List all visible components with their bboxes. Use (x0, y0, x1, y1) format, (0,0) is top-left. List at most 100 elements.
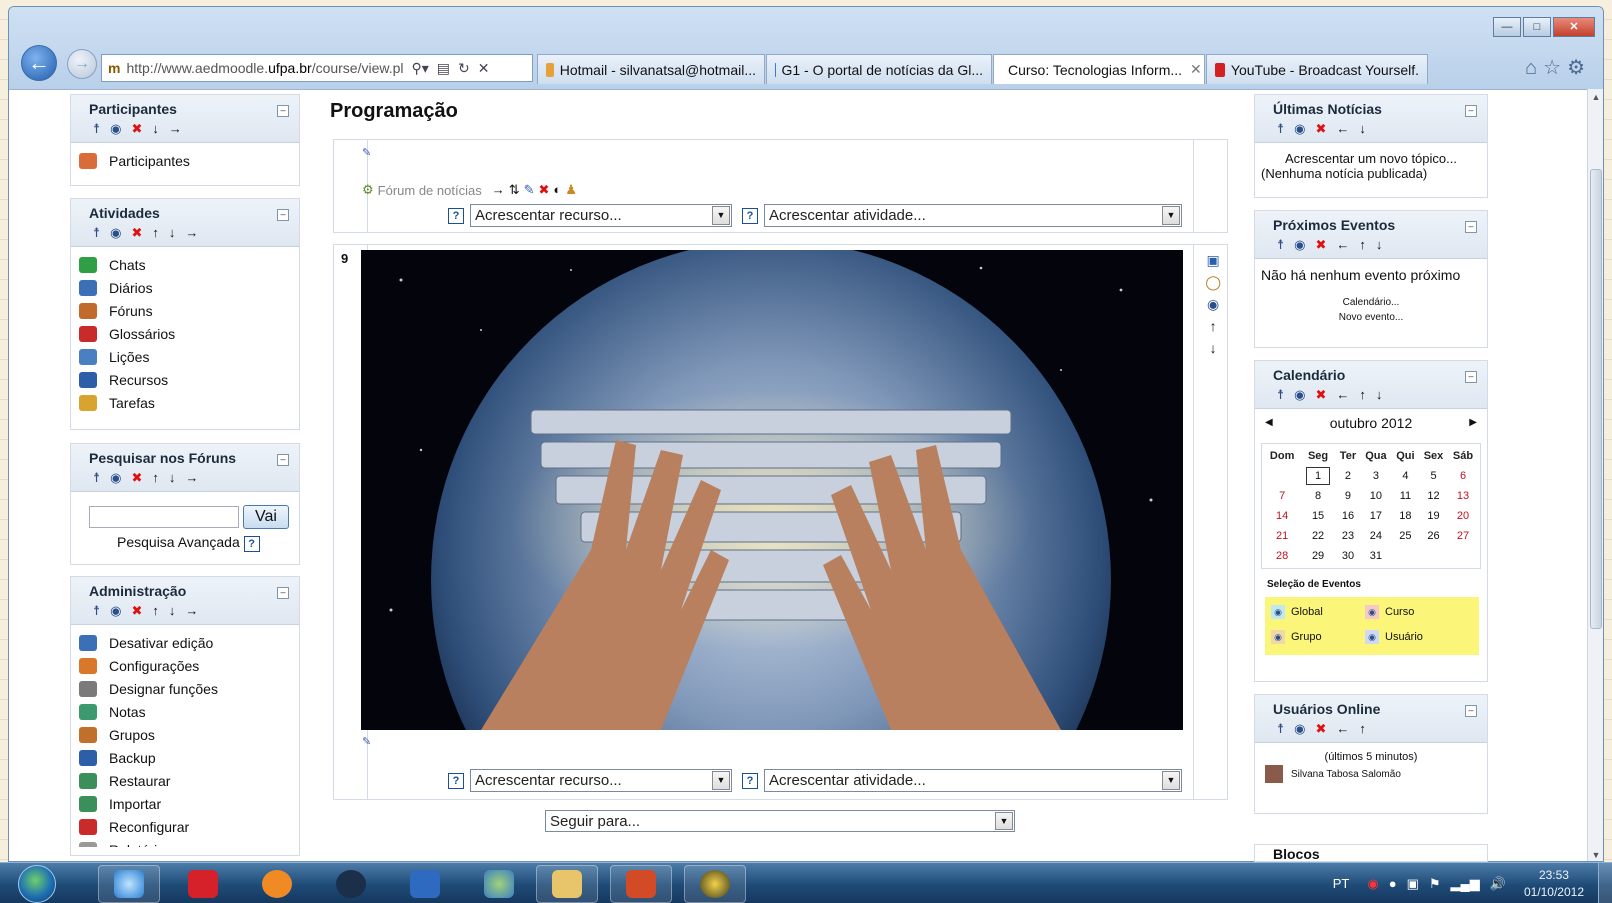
calendar-day[interactable]: 16 (1336, 506, 1360, 526)
delete-icon[interactable]: ✖ (131, 225, 152, 240)
list-item[interactable]: Desativar edição (75, 631, 295, 654)
close-tab-icon[interactable]: ✕ (1190, 61, 1202, 78)
calendar-day[interactable]: 25 (1392, 526, 1419, 546)
calendar-day[interactable]: 29 (1300, 546, 1336, 566)
calendar-day[interactable]: 30 (1336, 546, 1360, 566)
move-right-icon[interactable]: → (169, 121, 192, 136)
help-icon[interactable]: ? (448, 772, 464, 789)
delete-icon[interactable]: ✖ (539, 182, 554, 197)
move-right-icon[interactable]: → (185, 603, 208, 618)
forum-noticias-link[interactable]: Fórum de notícias (378, 183, 482, 198)
calendar-day[interactable]: 7 (1264, 486, 1300, 506)
browser-tab[interactable]: Hotmail - silvanatsal@hotmail... (537, 54, 765, 84)
collapse-icon[interactable]: – (1465, 221, 1477, 233)
taskbar-avira[interactable] (172, 865, 234, 903)
scrollbar-thumb[interactable] (1590, 169, 1602, 629)
move-right-icon[interactable]: → (185, 225, 208, 240)
volume-icon[interactable]: 🔊 (1490, 876, 1506, 892)
list-item[interactable]: Notas (75, 700, 295, 723)
legend-item[interactable]: ◉ Curso (1365, 605, 1414, 619)
new-event-link[interactable]: Novo evento... (1255, 308, 1487, 323)
move-up-icon[interactable]: ↑ (1359, 387, 1376, 402)
calendar-day[interactable]: 2 (1336, 466, 1360, 486)
legend-item[interactable]: ◉ Grupo (1271, 630, 1322, 644)
delete-icon[interactable]: ✖ (1315, 387, 1336, 402)
move-left-icon[interactable]: ← (1336, 121, 1359, 136)
move-icon[interactable]: ⇅ (509, 182, 524, 197)
move-left-icon[interactable]: ← (1336, 237, 1359, 252)
eye-icon[interactable]: ◉ (110, 603, 131, 618)
move-up-icon[interactable]: ↑ (152, 225, 169, 240)
calendar-day[interactable]: 17 (1360, 506, 1392, 526)
tools-gear-icon[interactable]: ⚙ (1567, 57, 1591, 79)
calendar-day[interactable]: 26 (1419, 526, 1448, 546)
move-down-icon[interactable]: ↓ (1376, 237, 1393, 252)
avira-tray-icon[interactable]: ◉ (1367, 876, 1378, 892)
list-item[interactable]: Configurações (75, 654, 295, 677)
roles-icon[interactable]: ☨ (1277, 237, 1294, 252)
hide-icon[interactable]: ◐ (553, 182, 565, 197)
calendar-day[interactable]: 13 (1448, 486, 1478, 506)
edit-summary-icon[interactable]: ✎ (362, 735, 371, 748)
show-desktop-button[interactable] (1598, 863, 1612, 903)
eye-icon[interactable]: ◉ (1294, 237, 1315, 252)
add-topic-link[interactable]: Acrescentar um novo tópico... (1255, 143, 1487, 166)
calendar-day[interactable]: 23 (1336, 526, 1360, 546)
list-item[interactable]: Chats (75, 253, 295, 276)
browser-tab[interactable]: YouTube - Broadcast Yourself. (1206, 54, 1428, 84)
clock[interactable]: 23:53 01/10/2012 (1524, 867, 1584, 901)
list-item[interactable]: Tarefas (75, 391, 295, 414)
address-bar[interactable]: m http://www.aedmoodle. ufpa.br/course/vi… (101, 54, 533, 82)
delete-icon[interactable]: ✖ (1315, 721, 1336, 736)
calendar-day[interactable]: 22 (1300, 526, 1336, 546)
roles-icon[interactable]: ☨ (93, 603, 110, 618)
eye-icon[interactable]: ◉ (1271, 605, 1285, 619)
delete-icon[interactable]: ✖ (1315, 121, 1336, 136)
collapse-icon[interactable]: – (277, 209, 289, 221)
indent-icon[interactable]: → (492, 182, 509, 197)
move-left-icon[interactable]: ← (1336, 721, 1359, 736)
add-activity-select[interactable]: Acrescentar atividade... ▼ (764, 769, 1182, 792)
taskbar-hp[interactable] (320, 865, 382, 903)
back-button[interactable]: ← (21, 45, 57, 81)
list-item[interactable]: Restaurar (75, 769, 295, 792)
roles-icon[interactable]: ☨ (1277, 121, 1294, 136)
next-month-icon[interactable]: ▶ (1469, 409, 1477, 437)
prev-month-icon[interactable]: ◀ (1265, 409, 1273, 437)
search-icon[interactable]: ⚲▾ (412, 60, 429, 77)
eye-icon[interactable]: ◉ (1207, 293, 1219, 315)
taskbar-powerpoint[interactable] (610, 865, 672, 903)
eye-icon[interactable]: ◉ (1365, 605, 1379, 619)
browser-tab[interactable]: Curso: Tecnologias Inform... ✕ (993, 54, 1205, 84)
vai-button[interactable]: Vai (243, 505, 289, 529)
delete-icon[interactable]: ✖ (131, 470, 152, 485)
highlight-lightbulb-icon[interactable]: ◯ (1205, 271, 1221, 293)
help-icon[interactable]: ? (742, 772, 758, 789)
move-down-icon[interactable]: ↓ (1359, 121, 1376, 136)
stop-icon[interactable]: ✕ (478, 60, 490, 77)
move-up-icon[interactable]: ↑ (1359, 721, 1376, 736)
minimize-button[interactable]: — (1493, 17, 1521, 37)
action-center-flag-icon[interactable]: ⚑ (1429, 876, 1441, 892)
add-activity-select[interactable]: Acrescentar atividade... ▼ (764, 204, 1182, 227)
move-down-icon[interactable]: ↓ (169, 470, 186, 485)
language-indicator[interactable]: PT (1333, 876, 1350, 891)
taskbar-media-player[interactable] (246, 865, 308, 903)
collapse-icon[interactable]: – (1465, 371, 1477, 383)
delete-icon[interactable]: ✖ (131, 121, 152, 136)
chevron-down-icon[interactable]: ▼ (1162, 206, 1180, 225)
move-down-icon[interactable]: ↓ (1376, 387, 1393, 402)
list-item[interactable]: Reconfigurar (75, 815, 295, 838)
forum-search-input[interactable] (89, 506, 239, 528)
eye-icon[interactable]: ◉ (1294, 387, 1315, 402)
scroll-up-icon[interactable]: ▲ (1588, 89, 1603, 105)
calendar-day[interactable]: 10 (1360, 486, 1392, 506)
list-item[interactable]: Glossários (75, 322, 295, 345)
tray-app-icon[interactable]: ● (1389, 876, 1397, 891)
move-up-icon[interactable]: ↑ (152, 470, 169, 485)
move-left-icon[interactable]: ← (1336, 387, 1359, 402)
help-icon[interactable]: ? (448, 207, 464, 224)
taskbar-internet-explorer[interactable] (98, 865, 160, 903)
move-down-icon[interactable]: ↓ (169, 225, 186, 240)
scroll-down-icon[interactable]: ▼ (1588, 847, 1603, 861)
